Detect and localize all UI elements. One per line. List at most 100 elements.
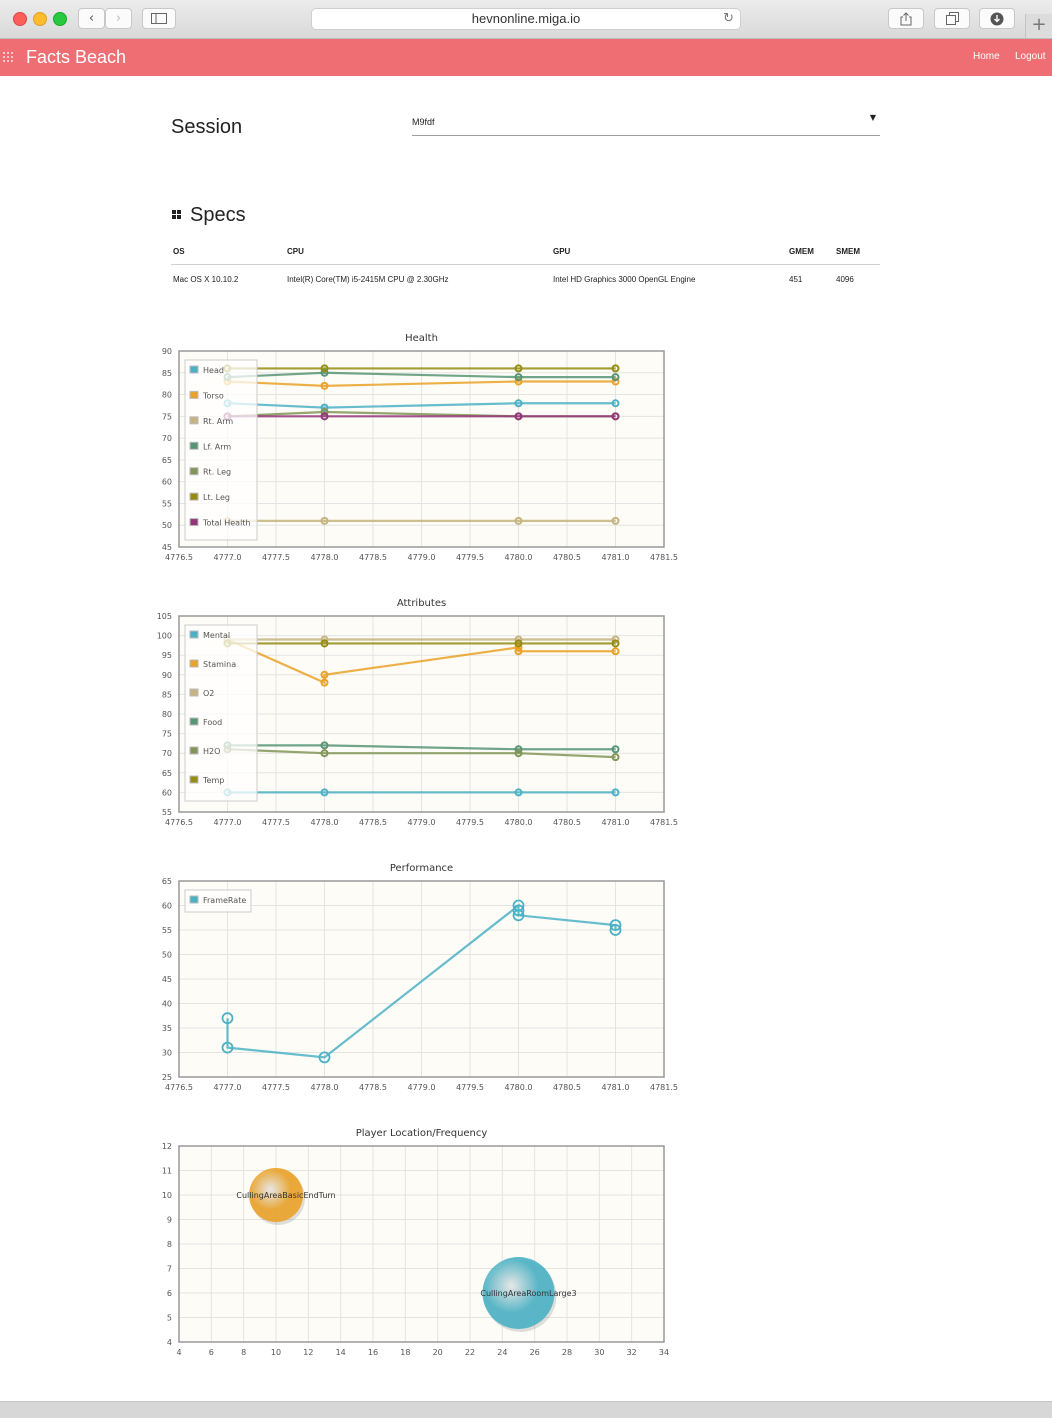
location-x-tick-label: 24 bbox=[497, 1348, 507, 1357]
health-x-tick-label: 4779.5 bbox=[456, 553, 484, 562]
close-window-button[interactable] bbox=[13, 12, 27, 26]
location-chart-title: Player Location/Frequency bbox=[356, 1128, 488, 1139]
health-x-tick-label: 4776.5 bbox=[165, 553, 193, 562]
health-x-tick-label: 4781.0 bbox=[602, 553, 630, 562]
downloads-button[interactable] bbox=[979, 8, 1015, 29]
minimize-window-button[interactable] bbox=[33, 12, 47, 26]
attributes-y-tick-label: 85 bbox=[162, 690, 172, 699]
plus-icon: + bbox=[1031, 14, 1047, 35]
health-y-tick-label: 55 bbox=[162, 499, 172, 508]
attributes-legend-swatch bbox=[189, 688, 199, 697]
performance-y-tick-label: 35 bbox=[162, 1024, 172, 1033]
location-y-tick-label: 5 bbox=[167, 1314, 172, 1323]
nav-link-logout[interactable]: Logout bbox=[1015, 51, 1046, 62]
location-y-tick-label: 4 bbox=[167, 1338, 172, 1347]
reload-icon[interactable]: ↻ bbox=[723, 9, 734, 29]
session-label: Session bbox=[171, 116, 243, 138]
performance-y-tick-label: 65 bbox=[162, 877, 172, 886]
location-y-tick-label: 11 bbox=[162, 1167, 172, 1176]
specs-col-gmem: GMEM bbox=[787, 238, 834, 265]
performance-x-tick-label: 4777.0 bbox=[214, 1083, 242, 1092]
nav-link-home[interactable]: Home bbox=[973, 51, 1000, 62]
app-navbar: Facts Beach Home Logout bbox=[0, 39, 1052, 76]
attributes-chart: Attributes 4776.5 4777.0 4777.5 4778.0 4778.5… bbox=[150, 593, 700, 843]
health-x-tick-label: 4780.5 bbox=[553, 553, 581, 562]
specs-header-row: OS CPU GPU GMEM SMEM bbox=[171, 238, 880, 265]
health-x-tick-label: 4778.0 bbox=[311, 553, 339, 562]
specs-table: OS CPU GPU GMEM SMEM Mac OS X 10.10.2 In… bbox=[171, 238, 880, 293]
session-select[interactable]: M9fdf ▼ bbox=[412, 110, 880, 136]
performance-legend-swatch bbox=[189, 895, 199, 904]
specs-cell-smem: 4096 bbox=[836, 274, 854, 284]
health-chart-title: Health bbox=[405, 333, 438, 344]
attributes-chart-svg: Attributes 4776.5 4777.0 4777.5 4778.0 4778.5… bbox=[157, 598, 678, 827]
location-bubble-label: CullingAreaBasicEndTurn bbox=[236, 1191, 335, 1200]
caret-down-icon: ▼ bbox=[869, 113, 876, 122]
health-x-tick-label: 4778.5 bbox=[359, 553, 387, 562]
sidebar-toggle-button[interactable] bbox=[142, 8, 176, 29]
performance-y-tick-label: 50 bbox=[162, 951, 172, 960]
attributes-y-tick-label: 70 bbox=[162, 749, 172, 758]
tabs-overview-button[interactable] bbox=[934, 8, 970, 29]
location-x-tick-label: 30 bbox=[594, 1348, 604, 1357]
attributes-x-tick-label: 4778.5 bbox=[359, 818, 387, 827]
health-y-tick-label: 90 bbox=[162, 347, 172, 356]
health-legend-label: Torso bbox=[202, 391, 224, 400]
attributes-legend-label: Mental bbox=[203, 631, 230, 640]
attributes-y-tick-label: 105 bbox=[157, 612, 172, 621]
health-legend-label: Lt. Leg bbox=[203, 493, 230, 502]
performance-x-tick-label: 4778.5 bbox=[359, 1083, 387, 1092]
share-button[interactable] bbox=[888, 8, 924, 29]
grid-menu-icon[interactable] bbox=[3, 52, 13, 62]
forward-button[interactable]: › bbox=[105, 8, 132, 29]
location-x-tick-label: 28 bbox=[562, 1348, 572, 1357]
sidebar-icon bbox=[151, 13, 167, 24]
attributes-legend-box bbox=[184, 624, 258, 802]
location-x-tick-label: 20 bbox=[433, 1348, 443, 1357]
location-x-tick-label: 26 bbox=[530, 1348, 540, 1357]
performance-y-tick-label: 45 bbox=[162, 975, 172, 984]
browser-titlebar: ‹ › hevnonline.miga.io ↻ + bbox=[0, 0, 1052, 39]
location-bubble-label: CullingAreaRoomLarge3 bbox=[480, 1289, 576, 1298]
location-x-tick-label: 16 bbox=[368, 1348, 378, 1357]
table-row: Mac OS X 10.10.2 Intel(R) Core(TM) i5-24… bbox=[171, 265, 880, 294]
new-tab-button[interactable]: + bbox=[1025, 14, 1052, 38]
attributes-legend-swatch bbox=[189, 775, 199, 784]
health-legend-swatch bbox=[189, 492, 199, 501]
address-bar[interactable]: hevnonline.miga.io ↻ bbox=[311, 8, 741, 30]
grid-icon bbox=[172, 210, 182, 220]
health-x-tick-label: 4779.0 bbox=[408, 553, 436, 562]
location-x-tick-label: 12 bbox=[303, 1348, 313, 1357]
brand-logo[interactable]: Facts Beach bbox=[26, 47, 126, 68]
location-chart: Player Location/Frequency 4 6 8 10 12 14 16 18 20… bbox=[150, 1123, 700, 1373]
health-chart-svg: Health 4776.5 4777.0 4777.5 4778.0 4778.5 4779… bbox=[162, 333, 678, 562]
attributes-legend-swatch bbox=[189, 630, 199, 639]
session-selected-value: M9fdf bbox=[412, 117, 435, 127]
attributes-x-tick-label: 4780.5 bbox=[553, 818, 581, 827]
back-button[interactable]: ‹ bbox=[78, 8, 105, 29]
location-y-tick-label: 10 bbox=[162, 1191, 172, 1200]
location-y-tick-label: 12 bbox=[162, 1142, 172, 1151]
health-y-tick-label: 70 bbox=[162, 434, 172, 443]
health-legend-label: Rt. Leg bbox=[203, 468, 231, 477]
performance-x-tick-label: 4779.5 bbox=[456, 1083, 484, 1092]
location-x-tick-label: 18 bbox=[400, 1348, 410, 1357]
health-x-tick-label: 4781.5 bbox=[650, 553, 678, 562]
attributes-y-tick-label: 90 bbox=[162, 671, 172, 680]
download-icon bbox=[990, 12, 1004, 25]
performance-x-tick-label: 4781.0 bbox=[602, 1083, 630, 1092]
location-x-tick-label: 34 bbox=[659, 1348, 669, 1357]
attributes-x-tick-label: 4777.5 bbox=[262, 818, 290, 827]
health-x-tick-label: 4777.0 bbox=[214, 553, 242, 562]
attributes-legend-label: H2O bbox=[203, 747, 220, 756]
zoom-window-button[interactable] bbox=[53, 12, 67, 26]
performance-y-tick-label: 40 bbox=[162, 1000, 172, 1009]
specs-cell-cpu: Intel(R) Core(TM) i5-2415M CPU @ 2.30GHz bbox=[287, 274, 449, 284]
performance-x-tick-label: 4779.0 bbox=[408, 1083, 436, 1092]
performance-chart-title: Performance bbox=[390, 863, 453, 874]
share-icon bbox=[900, 11, 912, 25]
attributes-legend-swatch bbox=[189, 659, 199, 668]
attributes-legend-swatch bbox=[189, 717, 199, 726]
attributes-x-tick-label: 4780.0 bbox=[505, 818, 533, 827]
health-x-tick-label: 4780.0 bbox=[505, 553, 533, 562]
